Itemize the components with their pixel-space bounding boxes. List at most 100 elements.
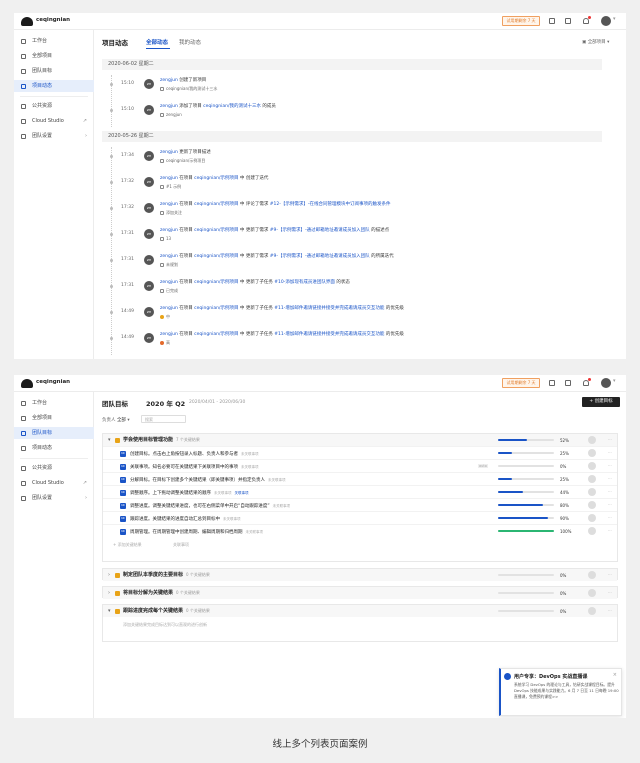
event-link[interactable]: ceqingnian/示例项目: [194, 228, 238, 233]
owner-avatar[interactable]: [588, 488, 596, 496]
link-task-button[interactable]: 关联事项: [235, 491, 249, 495]
trial-badge[interactable]: 试用期剩余 7 天: [502, 16, 540, 26]
owner-filter[interactable]: 负责人 全部 ▾: [102, 417, 130, 423]
avatar[interactable]: ZH: [144, 307, 154, 317]
more-icon[interactable]: ···: [608, 528, 612, 533]
event-link[interactable]: ceqingnian/示例项目: [194, 254, 238, 259]
avatar[interactable]: ZH: [144, 151, 154, 161]
event-link[interactable]: zengjun: [160, 202, 178, 207]
sidebar-item-team-goals[interactable]: 团队目标: [14, 427, 94, 439]
event-link[interactable]: ceqingnian/示例项目: [194, 202, 238, 207]
more-icon[interactable]: ···: [608, 590, 612, 595]
help-icon[interactable]: [549, 380, 555, 386]
event-link[interactable]: zengjun: [160, 280, 178, 285]
trial-badge[interactable]: 试用期剩余 7 天: [502, 378, 540, 388]
user-avatar[interactable]: [601, 16, 611, 26]
objective-header[interactable]: ▾ 跟踪进度完成每个关键结果 0 个关键结果 0% ···: [103, 605, 617, 617]
chevron-icon[interactable]: ▾: [108, 437, 111, 443]
chevron-icon[interactable]: ›: [108, 590, 110, 596]
sidebar-item-team-settings[interactable]: 团队设置 ›: [14, 492, 94, 504]
owner-avatar[interactable]: [588, 462, 596, 470]
event-link[interactable]: zengjun: [160, 332, 178, 337]
tab-all-activity[interactable]: 全部动态: [146, 38, 168, 46]
sidebar-item-projects[interactable]: 全部项目: [14, 50, 94, 62]
owner-avatar[interactable]: [588, 475, 596, 483]
more-icon[interactable]: ···: [608, 437, 612, 442]
event-link[interactable]: #10-添加现有成员进团队界面: [274, 280, 335, 285]
event-link[interactable]: #9-【示例需求】-通过邮箱地址邀请成员加入团队: [270, 254, 370, 259]
more-icon[interactable]: ···: [608, 572, 612, 577]
chevron-icon[interactable]: ▾: [108, 608, 111, 614]
key-result-row[interactable]: KR 分解目标。在目标下创建多个关键结果（即关键事项）并指定负责人 未关联事项 25%…: [103, 472, 617, 485]
event-link[interactable]: zengjun: [160, 150, 178, 155]
chevron-down-icon[interactable]: ▾: [613, 378, 616, 384]
event-link[interactable]: #9-【示例需求】-通过邮箱地址邀请成员加入团队: [270, 228, 370, 233]
owner-avatar[interactable]: [588, 527, 596, 535]
owner-avatar[interactable]: [588, 501, 596, 509]
more-icon[interactable]: ···: [608, 463, 612, 468]
chevron-icon[interactable]: ›: [108, 572, 110, 578]
sidebar-item-resources[interactable]: 公共资源: [14, 100, 94, 112]
owner-avatar[interactable]: [588, 589, 596, 597]
avatar[interactable]: ZH: [144, 105, 154, 115]
more-icon[interactable]: ···: [608, 489, 612, 494]
avatar[interactable]: ZH: [144, 255, 154, 265]
objective-header[interactable]: ▾ 学会使用目标管理功能 7 个关键结果 52% ···: [103, 434, 617, 446]
objective-header[interactable]: › 将目标分解为关键结果 0 个关键结果 0% ···: [103, 587, 617, 599]
quarter-selector[interactable]: 2020 年 Q2: [146, 398, 185, 408]
more-icon[interactable]: ···: [608, 502, 612, 507]
avatar[interactable]: ZH: [144, 177, 154, 187]
sidebar-item-team-settings[interactable]: 团队设置 ›: [14, 130, 94, 142]
event-link[interactable]: zengjun: [160, 306, 178, 311]
more-icon[interactable]: ···: [608, 476, 612, 481]
event-link[interactable]: zengjun: [160, 176, 178, 181]
event-link[interactable]: zengjun: [160, 104, 178, 109]
copy-icon[interactable]: [565, 380, 571, 386]
event-link[interactable]: #11-增加邮件邀请链接并接受并完成邀请成员交互功能: [274, 306, 384, 311]
close-icon[interactable]: ×: [613, 672, 617, 678]
sidebar-item-activity[interactable]: 项目动态: [14, 442, 94, 454]
objective-header[interactable]: › 制定团队本季度的主要目标 0 个关键结果 0% ···: [103, 569, 617, 581]
sidebar-item-resources[interactable]: 公共资源: [14, 462, 94, 474]
sidebar-item-activity[interactable]: 项目动态: [14, 80, 94, 92]
event-link[interactable]: #11-增加邮件邀请链接并接受并完成邀请成员交互功能: [274, 332, 384, 337]
avatar[interactable]: ZH: [144, 333, 154, 343]
user-avatar[interactable]: [601, 378, 611, 388]
promo-notification[interactable]: 用户专享：DevOps 实战直播课 × 系统学习 DevOps 的理论与工具，钻…: [499, 668, 622, 716]
help-icon[interactable]: [549, 18, 555, 24]
event-link[interactable]: ceqingnian/示例项目: [194, 176, 238, 181]
event-link[interactable]: ceqingnian/示例项目: [194, 280, 238, 285]
event-link[interactable]: zengjun: [160, 78, 178, 83]
owner-avatar[interactable]: [588, 571, 596, 579]
search-input[interactable]: 搜索: [141, 415, 186, 423]
owner-avatar[interactable]: [588, 514, 596, 522]
brand-logo-icon[interactable]: [21, 17, 33, 26]
event-link[interactable]: zengjun: [160, 254, 178, 259]
avatar[interactable]: ZH: [144, 79, 154, 89]
event-link[interactable]: ceqingnian/我的测试十三水: [203, 104, 261, 109]
link-task-button[interactable]: 关联事项: [173, 542, 189, 548]
chevron-down-icon[interactable]: ▾: [613, 16, 616, 22]
copy-icon[interactable]: [565, 18, 571, 24]
more-icon[interactable]: ···: [608, 608, 612, 613]
project-filter[interactable]: ▣ 全部项目 ▾: [582, 39, 609, 45]
sidebar-item-team-goals[interactable]: 团队目标: [14, 65, 94, 77]
key-result-row[interactable]: KR 调整顺序。上下拖动调整关键结果的顺序 未关联事项 关联事项 44% ···: [103, 485, 617, 498]
owner-avatar[interactable]: [588, 436, 596, 444]
sidebar-item-workbench[interactable]: 工作台: [14, 35, 94, 47]
sidebar-item-projects[interactable]: 全部项目: [14, 412, 94, 424]
create-goal-button[interactable]: + 创建目标: [582, 397, 620, 407]
owner-avatar[interactable]: [588, 607, 596, 615]
sidebar-item-workbench[interactable]: 工作台: [14, 397, 94, 409]
more-icon[interactable]: ···: [608, 450, 612, 455]
brand-logo-icon[interactable]: [21, 379, 33, 388]
event-link[interactable]: zengjun: [160, 228, 178, 233]
tab-my-activity[interactable]: 我的动态: [179, 38, 201, 46]
key-result-row[interactable]: KR 创建目标。点击右上角按钮录入标题、负责人和参与者 未关联事项 25% ···: [103, 446, 617, 459]
add-key-result-button[interactable]: + 添加关键结果: [113, 542, 142, 548]
avatar[interactable]: ZH: [144, 229, 154, 239]
event-link[interactable]: #12-【示例需求】-在线合同管理模块中订阅事项的触发条件: [270, 202, 391, 207]
avatar[interactable]: ZH: [144, 281, 154, 291]
key-result-row[interactable]: KR 周期管理。在周期管理中创建周期、编辑周期和归档周期 未关联事项 100% ···: [103, 524, 617, 537]
sidebar-item-cloud-studio[interactable]: Cloud Studio ↗: [14, 477, 94, 489]
